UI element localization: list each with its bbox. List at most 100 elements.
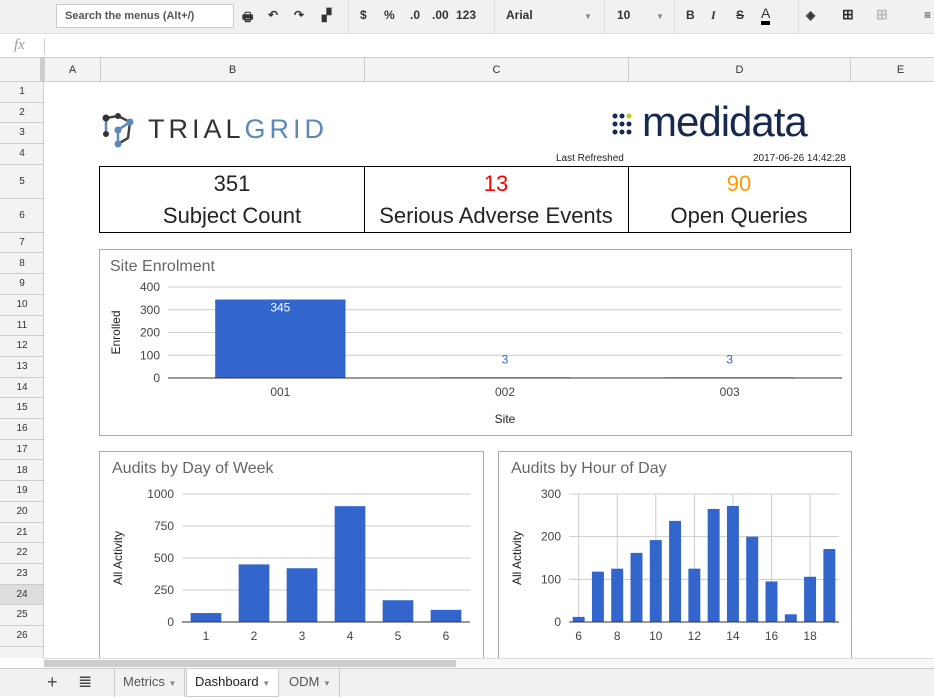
undo-icon[interactable]: ↶ — [268, 8, 278, 22]
x-tick-label: 10 — [649, 629, 663, 643]
row-header-24[interactable]: 24 — [0, 584, 43, 606]
row-header-18[interactable]: 18 — [0, 461, 43, 482]
bar-1 — [190, 613, 222, 622]
row-header-2[interactable]: 2 — [0, 103, 43, 124]
row-header-4[interactable]: 4 — [0, 144, 43, 165]
add-sheet-icon[interactable]: + — [47, 672, 58, 693]
sheet-tab-dashboard[interactable]: Dashboard ▼ — [186, 669, 280, 697]
column-header-b[interactable]: B — [100, 58, 364, 82]
increase-decimal-button[interactable]: .00 — [432, 8, 449, 22]
bar-18 — [804, 576, 817, 622]
x-tick-label: 2 — [251, 629, 258, 643]
data-label: 345 — [270, 301, 290, 315]
row-header-22[interactable]: 22 — [0, 543, 43, 564]
chevron-down-icon[interactable]: ▼ — [262, 679, 270, 688]
kpi-label: Subject Count — [162, 203, 302, 228]
row-header-3[interactable]: 3 — [0, 123, 43, 145]
text-color-button[interactable]: A — [761, 5, 771, 25]
row-header-10[interactable]: 10 — [0, 295, 43, 316]
y-tick-label: 100 — [140, 348, 160, 362]
print-icon[interactable]: 🖶 — [242, 8, 253, 29]
decrease-decimal-button[interactable]: .0 — [410, 8, 420, 22]
bold-button[interactable]: B — [686, 8, 695, 22]
sheet-tab-metrics[interactable]: Metrics ▼ — [114, 669, 186, 697]
row-header-8[interactable]: 8 — [0, 254, 43, 275]
y-tick-label: 750 — [154, 519, 174, 533]
row-header-16[interactable]: 16 — [0, 419, 43, 440]
row-header-12[interactable]: 12 — [0, 336, 43, 357]
italic-button[interactable]: I — [711, 8, 716, 23]
x-tick-label: 002 — [495, 385, 515, 399]
bar-2 — [238, 564, 270, 622]
chevron-down-icon[interactable]: ▼ — [169, 679, 177, 688]
strikethrough-button[interactable]: S — [736, 8, 744, 22]
row-header-7[interactable]: 7 — [0, 233, 43, 254]
row-header-25[interactable]: 25 — [0, 605, 43, 627]
font-select[interactable]: Arial — [506, 8, 533, 22]
column-header-e[interactable]: E — [850, 58, 934, 82]
row-header-6[interactable]: 6 — [0, 199, 43, 233]
sheet-tab-odm[interactable]: ODM ▼ — [281, 669, 340, 697]
chevron-down-icon[interactable]: ▼ — [584, 12, 592, 21]
row-header-5[interactable]: 5 — [0, 165, 43, 199]
row-header-26[interactable]: 26 — [0, 626, 43, 647]
row-header-21[interactable]: 21 — [0, 523, 43, 544]
row-header-23[interactable]: 23 — [0, 564, 43, 585]
bar-4 — [334, 506, 366, 622]
merge-cells-icon[interactable]: ⊞ — [876, 6, 888, 23]
kpi-open-queries: 90 Open Queries — [628, 166, 851, 233]
chart-site-enrolment[interactable]: Site Enrolment 0 100 200 300 400 001 002 003 345… — [99, 249, 852, 436]
medidata-logo-dots — [612, 113, 632, 135]
tab-label: Dashboard — [195, 674, 259, 689]
x-tick-label: 4 — [347, 629, 354, 643]
row-header-14[interactable]: 14 — [0, 378, 43, 399]
last-refreshed-label: Last Refreshed — [556, 153, 624, 164]
divider — [494, 0, 495, 34]
percent-button[interactable]: % — [384, 8, 395, 22]
fill-color-icon[interactable]: ◈ — [806, 8, 815, 22]
font-size-select[interactable]: 10 — [617, 8, 630, 22]
bar-11 — [669, 520, 682, 622]
row-header-20[interactable]: 20 — [0, 502, 43, 523]
column-header-c[interactable]: C — [364, 58, 628, 82]
formula-input[interactable] — [50, 38, 930, 54]
all-sheets-icon[interactable]: ≣ — [78, 672, 92, 692]
row-header-1[interactable]: 1 — [0, 82, 43, 103]
x-tick-label: 3 — [299, 629, 306, 643]
redo-icon[interactable]: ↷ — [294, 8, 304, 22]
y-tick-label: 100 — [541, 572, 561, 586]
currency-button[interactable]: $ — [360, 8, 367, 22]
column-header-d[interactable]: D — [628, 58, 850, 82]
tab-label: ODM — [289, 674, 320, 689]
more-formats-button[interactable]: 123 — [456, 8, 476, 22]
chevron-down-icon[interactable]: ▼ — [323, 679, 331, 688]
row-header-19[interactable]: 19 — [0, 481, 43, 502]
chart-audits-by-day[interactable]: Audits by Day of Week 0 250 500 750 1000 1 2 3 4… — [99, 451, 484, 661]
row-header-9[interactable]: 9 — [0, 274, 43, 295]
y-axis-label: Enrolled — [109, 310, 123, 354]
last-refreshed-value: 2017-06-26 14:42:28 — [753, 153, 846, 164]
sheet-tabs-bar: + ≣ Metrics ▼ Dashboard ▼ ODM ▼ — [0, 668, 934, 697]
row-header-15[interactable]: 15 — [0, 398, 43, 420]
chart-audits-by-hour[interactable]: Audits by Hour of Day 0 100 200 300 6 8 10 12 14… — [498, 451, 852, 661]
row-header-13[interactable]: 13 — [0, 357, 43, 378]
x-tick-label: 6 — [575, 629, 582, 643]
divider — [604, 0, 605, 34]
row-header-11[interactable]: 11 — [0, 316, 43, 337]
borders-icon[interactable]: ⊞ — [842, 6, 854, 23]
search-menus-input[interactable]: Search the menus (Alt+/) — [56, 4, 234, 28]
y-tick-label: 200 — [541, 530, 561, 544]
scrollbar-thumb[interactable] — [44, 660, 456, 667]
bar-14 — [726, 505, 739, 622]
align-icon[interactable]: ≡ — [924, 8, 931, 22]
chevron-down-icon[interactable]: ▼ — [656, 12, 664, 21]
y-tick-label: 0 — [554, 615, 561, 629]
kpi-label: Open Queries — [670, 203, 808, 228]
row-header-17[interactable]: 17 — [0, 440, 43, 461]
select-all-corner[interactable] — [0, 58, 44, 82]
horizontal-scrollbar[interactable] — [44, 658, 934, 668]
column-header-a[interactable]: A — [44, 58, 100, 82]
bar-7 — [591, 571, 604, 622]
paint-format-icon[interactable]: ▞ — [322, 8, 331, 22]
kpi-serious-adverse-events: 13 Serious Adverse Events — [364, 166, 629, 233]
